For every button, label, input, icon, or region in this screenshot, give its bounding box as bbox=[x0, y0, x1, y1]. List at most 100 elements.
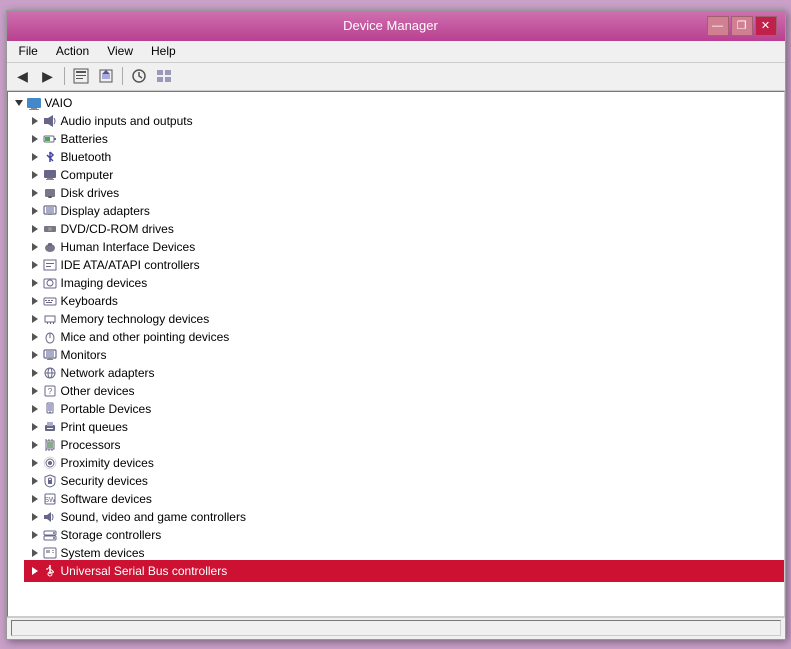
device-icon-9 bbox=[42, 275, 58, 291]
device-row-17[interactable]: Print queues bbox=[26, 418, 782, 436]
tree-item-24: System devices bbox=[26, 544, 782, 562]
scan-changes-button[interactable] bbox=[127, 65, 151, 87]
status-text bbox=[11, 620, 781, 636]
tree-item-17: Print queues bbox=[26, 418, 782, 436]
device-row-6[interactable]: DVD/CD-ROM drives bbox=[26, 220, 782, 238]
tree-item-0: Audio inputs and outputs bbox=[26, 112, 782, 130]
vaio-expander[interactable] bbox=[10, 95, 26, 111]
expander-0[interactable] bbox=[26, 113, 42, 129]
device-row-15[interactable]: ?Other devices bbox=[26, 382, 782, 400]
expander-3[interactable] bbox=[26, 167, 42, 183]
device-label-5: Display adapters bbox=[61, 204, 150, 218]
device-row-7[interactable]: Human Interface Devices bbox=[26, 238, 782, 256]
device-manager-window: Device Manager — ❐ ✕ File Action View He… bbox=[6, 10, 786, 640]
tree-root-item: VAIO Audio inputs and outputs BatteriesBl… bbox=[10, 94, 782, 580]
toolbar-separator-2 bbox=[122, 67, 123, 85]
menu-action[interactable]: Action bbox=[48, 42, 97, 60]
device-icon-7 bbox=[42, 239, 58, 255]
device-label-17: Print queues bbox=[61, 420, 128, 434]
menu-help[interactable]: Help bbox=[143, 42, 184, 60]
device-row-20[interactable]: Security devices bbox=[26, 472, 782, 490]
device-label-11: Memory technology devices bbox=[61, 312, 210, 326]
device-label-7: Human Interface Devices bbox=[61, 240, 196, 254]
expander-6[interactable] bbox=[26, 221, 42, 237]
device-icon-20 bbox=[42, 473, 58, 489]
device-label-9: Imaging devices bbox=[61, 276, 148, 290]
menu-view[interactable]: View bbox=[99, 42, 141, 60]
device-row-9[interactable]: Imaging devices bbox=[26, 274, 782, 292]
device-row-2[interactable]: Bluetooth bbox=[26, 148, 782, 166]
expander-20[interactable] bbox=[26, 473, 42, 489]
device-row-8[interactable]: IDE ATA/ATAPI controllers bbox=[26, 256, 782, 274]
device-row-18[interactable]: Processors bbox=[26, 436, 782, 454]
device-icon-18 bbox=[42, 437, 58, 453]
device-row-19[interactable]: Proximity devices bbox=[26, 454, 782, 472]
device-row-4[interactable]: Disk drives bbox=[26, 184, 782, 202]
menu-file[interactable]: File bbox=[11, 42, 46, 60]
device-row-0[interactable]: Audio inputs and outputs bbox=[26, 112, 782, 130]
expander-8[interactable] bbox=[26, 257, 42, 273]
back-button[interactable]: ◀ bbox=[11, 65, 35, 87]
window-controls: — ❐ ✕ bbox=[707, 16, 777, 36]
expander-18[interactable] bbox=[26, 437, 42, 453]
tree-item-9: Imaging devices bbox=[26, 274, 782, 292]
expander-13[interactable] bbox=[26, 347, 42, 363]
device-row-14[interactable]: Network adapters bbox=[26, 364, 782, 382]
expander-17[interactable] bbox=[26, 419, 42, 435]
expander-2[interactable] bbox=[26, 149, 42, 165]
tree-item-15: ?Other devices bbox=[26, 382, 782, 400]
expander-25[interactable] bbox=[26, 563, 42, 579]
device-label-20: Security devices bbox=[61, 474, 148, 488]
device-row-22[interactable]: Sound, video and game controllers bbox=[26, 508, 782, 526]
expander-1[interactable] bbox=[26, 131, 42, 147]
device-row-3[interactable]: Computer bbox=[26, 166, 782, 184]
expander-16[interactable] bbox=[26, 401, 42, 417]
expander-19[interactable] bbox=[26, 455, 42, 471]
device-label-0: Audio inputs and outputs bbox=[61, 114, 193, 128]
update-driver-button[interactable] bbox=[94, 65, 118, 87]
device-row-13[interactable]: Monitors bbox=[26, 346, 782, 364]
expander-12[interactable] bbox=[26, 329, 42, 345]
device-row-11[interactable]: Memory technology devices bbox=[26, 310, 782, 328]
view-button[interactable] bbox=[152, 65, 176, 87]
device-row-1[interactable]: Batteries bbox=[26, 130, 782, 148]
expander-21[interactable] bbox=[26, 491, 42, 507]
tree-item-6: DVD/CD-ROM drives bbox=[26, 220, 782, 238]
expander-10[interactable] bbox=[26, 293, 42, 309]
svg-text:?: ? bbox=[47, 387, 52, 396]
restore-button[interactable]: ❐ bbox=[731, 16, 753, 36]
device-row-10[interactable]: Keyboards bbox=[26, 292, 782, 310]
expander-9[interactable] bbox=[26, 275, 42, 291]
device-icon-17 bbox=[42, 419, 58, 435]
device-row-24[interactable]: System devices bbox=[26, 544, 782, 562]
forward-button[interactable]: ▶ bbox=[36, 65, 60, 87]
device-label-8: IDE ATA/ATAPI controllers bbox=[61, 258, 200, 272]
expander-15[interactable] bbox=[26, 383, 42, 399]
device-tree[interactable]: VAIO Audio inputs and outputs BatteriesBl… bbox=[7, 91, 785, 617]
close-button[interactable]: ✕ bbox=[755, 16, 777, 36]
vaio-root-row[interactable]: VAIO bbox=[10, 94, 782, 112]
tree-item-8: IDE ATA/ATAPI controllers bbox=[26, 256, 782, 274]
expander-23[interactable] bbox=[26, 527, 42, 543]
device-label-3: Computer bbox=[61, 168, 114, 182]
menu-bar: File Action View Help bbox=[7, 41, 785, 63]
expander-5[interactable] bbox=[26, 203, 42, 219]
window-title: Device Manager bbox=[75, 18, 707, 33]
device-row-5[interactable]: Display adapters bbox=[26, 202, 782, 220]
device-row-16[interactable]: Portable Devices bbox=[26, 400, 782, 418]
device-row-23[interactable]: Storage controllers bbox=[26, 526, 782, 544]
device-label-16: Portable Devices bbox=[61, 402, 152, 416]
expander-11[interactable] bbox=[26, 311, 42, 327]
device-row-25[interactable]: Universal Serial Bus controllers bbox=[26, 562, 782, 580]
expander-24[interactable] bbox=[26, 545, 42, 561]
device-row-21[interactable]: SWSoftware devices bbox=[26, 490, 782, 508]
device-label-24: System devices bbox=[61, 546, 145, 560]
expander-22[interactable] bbox=[26, 509, 42, 525]
expander-14[interactable] bbox=[26, 365, 42, 381]
expander-7[interactable] bbox=[26, 239, 42, 255]
device-label-4: Disk drives bbox=[61, 186, 120, 200]
minimize-button[interactable]: — bbox=[707, 16, 729, 36]
device-row-12[interactable]: Mice and other pointing devices bbox=[26, 328, 782, 346]
properties-button[interactable] bbox=[69, 65, 93, 87]
expander-4[interactable] bbox=[26, 185, 42, 201]
